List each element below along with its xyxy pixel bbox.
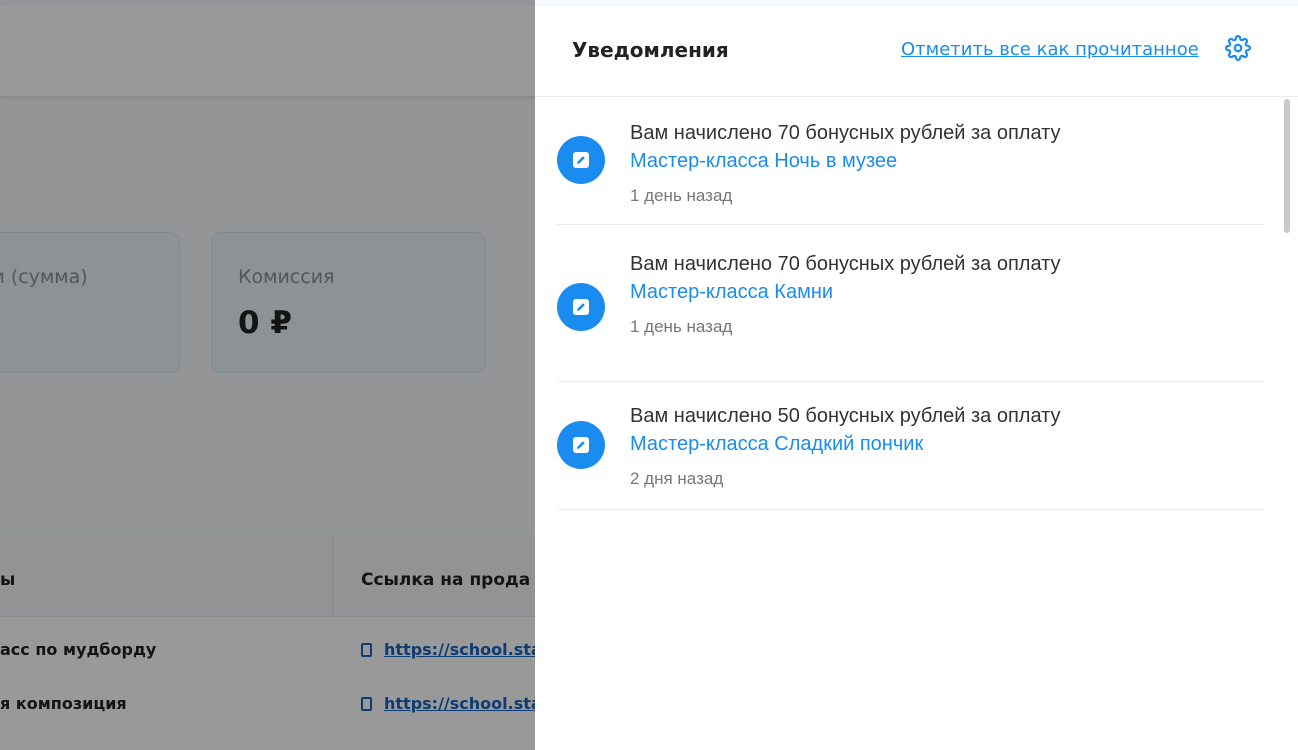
notification-time: 1 день назад [630, 317, 733, 336]
notification-item[interactable]: Вам начислено 50 бонусных рублей за опла… [557, 382, 1264, 510]
modal-overlay[interactable] [0, 0, 535, 750]
scroll-thumb[interactable] [1284, 99, 1290, 233]
notification-text: Вам начислено 50 бонусных рублей за опла… [630, 405, 1061, 427]
pencil-icon [557, 283, 605, 331]
notification-item[interactable]: Вам начислено 70 бонусных рублей за опла… [557, 225, 1264, 382]
mark-all-read-link[interactable]: Отметить все как прочитанное [901, 39, 1199, 60]
notification-text: Вам начислено 70 бонусных рублей за опла… [630, 122, 1061, 144]
scrollbar[interactable] [1282, 97, 1292, 744]
notification-text: Вам начислено 70 бонусных рублей за опла… [630, 253, 1061, 275]
gear-icon[interactable] [1225, 35, 1251, 61]
notification-time: 2 дня назад [630, 469, 724, 488]
notification-item[interactable]: Вам начислено 70 бонусных рублей за опла… [557, 97, 1264, 225]
pencil-icon [557, 421, 605, 469]
pencil-icon [557, 136, 605, 184]
notification-link[interactable]: Мастер-класса Сладкий пончик [630, 429, 923, 460]
notification-time: 1 день назад [630, 186, 733, 205]
notification-link[interactable]: Мастер-класса Камни [630, 277, 833, 308]
panel-header: Уведомления Отметить все как прочитанное [535, 6, 1298, 97]
notifications-panel: Уведомления Отметить все как прочитанное… [535, 6, 1298, 744]
panel-title: Уведомления [572, 38, 729, 62]
notification-link[interactable]: Мастер-класса Ночь в музее [630, 146, 897, 177]
